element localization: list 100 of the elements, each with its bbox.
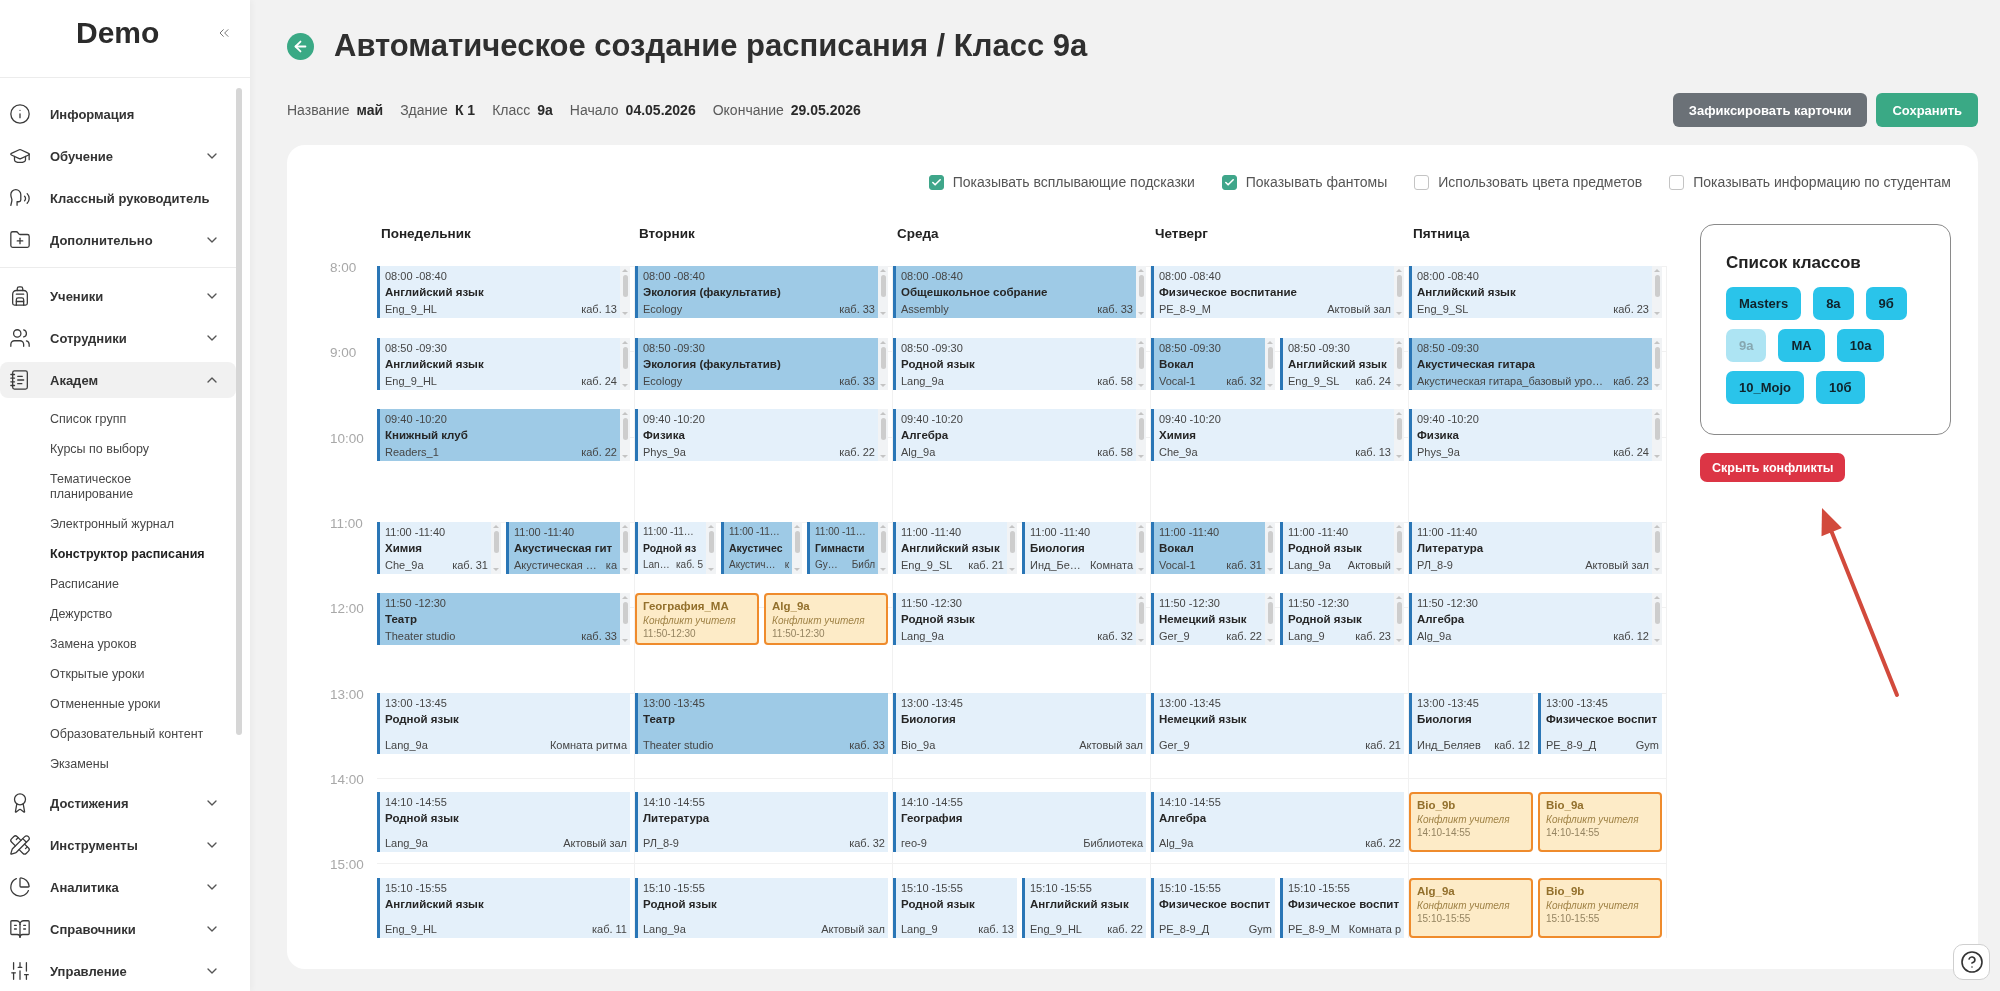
lesson-card[interactable]: 11:00 -11:40 Биология Инд_Бе… Комната	[1022, 522, 1136, 574]
lesson-card[interactable]: 11:00 -11… Гимнасти Gy… Библ	[807, 522, 878, 574]
scrollbar[interactable]	[1265, 593, 1275, 645]
lesson-card[interactable]: 09:40 -10:20 Алгебра Alg_9a каб. 58	[893, 409, 1136, 461]
nav-subitem[interactable]: Открытые уроки	[0, 659, 236, 689]
scrollbar[interactable]	[1394, 266, 1404, 318]
class-button[interactable]: 10б	[1816, 371, 1865, 404]
nav-subitem[interactable]: Курсы по выбору	[0, 434, 236, 464]
scrollbar[interactable]	[1394, 522, 1404, 574]
lesson-card[interactable]: 15:10 -15:55 Английский язык Eng_9_HL каб. 22	[1022, 878, 1146, 938]
lesson-card[interactable]: 15:10 -15:55 Физическое воспит PE_8-9_M Комната р	[1280, 878, 1404, 938]
scrollbar[interactable]	[236, 88, 242, 735]
conflict-card[interactable]: Alg_9a Конфликт учителя 11:50-12:30	[764, 593, 888, 645]
lesson-card[interactable]: 13:00 -13:45 Биология Инд_Беляев каб. 12	[1409, 693, 1533, 754]
lesson-card[interactable]: 08:50 -09:30 Акустическая гитара Акустическая гитара_базовый уро… каб. 23	[1409, 338, 1652, 390]
nav-item[interactable]: Инструменты	[0, 827, 236, 863]
nav-subitem[interactable]: Тематическое планирование	[0, 464, 236, 509]
scrollbar[interactable]	[878, 338, 888, 390]
lesson-card[interactable]: 11:00 -11… Родной яз Lan… каб. 5	[635, 522, 706, 574]
scrollbar[interactable]	[1652, 593, 1662, 645]
scrollbar[interactable]	[1652, 522, 1662, 574]
nav-item[interactable]: Обучение	[0, 138, 236, 174]
lesson-card[interactable]: 14:10 -14:55 География гео-9 Библиотека	[893, 792, 1146, 852]
checkbox-label[interactable]: Использовать цвета предметов	[1438, 174, 1643, 190]
lesson-card[interactable]: 13:00 -13:45 Родной язык Lang_9a Комната ритма	[377, 693, 630, 754]
scrollbar[interactable]	[1136, 522, 1146, 574]
scrollbar[interactable]	[1136, 266, 1146, 318]
scrollbar[interactable]	[1394, 409, 1404, 461]
lesson-card[interactable]: 11:00 -11:40 Вокал Vocal-1 каб. 31	[1151, 522, 1265, 574]
lesson-card[interactable]: 11:50 -12:30 Алгебра Alg_9a каб. 12	[1409, 593, 1652, 645]
conflict-card[interactable]: Alg_9a Конфликт учителя 15:10-15:55	[1409, 878, 1533, 938]
lesson-card[interactable]: 08:50 -09:30 Английский язык Eng_9_SL каб. 24	[1280, 338, 1394, 390]
class-button[interactable]: Masters	[1726, 287, 1802, 320]
lesson-card[interactable]: 13:00 -13:45 Физическое воспит PE_8-9_Д Gym	[1538, 693, 1662, 754]
class-button[interactable]: МА	[1778, 329, 1825, 362]
checkbox-label[interactable]: Показывать информацию по студентам	[1693, 174, 1951, 190]
lesson-card[interactable]: 11:00 -11… Акустичес Акустич… к	[721, 522, 792, 574]
conflict-card[interactable]: География_МА Конфликт учителя 11:50-12:30	[635, 593, 759, 645]
conflict-card[interactable]: Bio_9b Конфликт учителя 15:10-15:55	[1538, 878, 1662, 938]
hide-conflicts-button[interactable]: Скрыть конфликты	[1700, 453, 1846, 482]
nav-subitem[interactable]: Расписание	[0, 569, 236, 599]
class-button[interactable]: 9б	[1865, 287, 1907, 320]
nav-item[interactable]: Аналитика	[0, 869, 236, 905]
lesson-card[interactable]: 08:00 -08:40 Экология (факультатив) Ecology каб. 33	[635, 266, 878, 318]
nav-item[interactable]: Достижения	[0, 785, 236, 821]
lesson-card[interactable]: 08:00 -08:40 Физическое воспитание PE_8-9_M Актовый зал	[1151, 266, 1394, 318]
nav-item[interactable]: Классный руководитель	[0, 180, 236, 216]
scrollbar[interactable]	[878, 409, 888, 461]
scrollbar[interactable]	[1136, 338, 1146, 390]
lesson-card[interactable]: 14:10 -14:55 Литература РЛ_8-9 каб. 32	[635, 792, 888, 852]
lesson-card[interactable]: 08:00 -08:40 Общешкольное собрание Assembly каб. 33	[893, 266, 1136, 318]
lesson-card[interactable]: 08:00 -08:40 Английский язык Eng_9_SL каб. 23	[1409, 266, 1652, 318]
lesson-card[interactable]: 11:50 -12:30 Родной язык Lang_9a каб. 32	[893, 593, 1136, 645]
nav-item[interactable]: Академ	[0, 362, 236, 398]
scrollbar[interactable]	[491, 522, 501, 574]
checkbox[interactable]	[1414, 174, 1430, 190]
lesson-card[interactable]: 13:00 -13:45 Театр Theater studio каб. 33	[635, 693, 888, 754]
checkbox[interactable]	[1221, 174, 1237, 190]
class-button[interactable]: 8а	[1813, 287, 1854, 320]
conflict-card[interactable]: Bio_9b Конфликт учителя 14:10-14:55	[1409, 792, 1533, 852]
action-button[interactable]: Зафиксировать карточки	[1672, 93, 1868, 127]
checkbox[interactable]	[928, 174, 944, 190]
scrollbar[interactable]	[1652, 409, 1662, 461]
nav-subitem[interactable]: Электронный журнал	[0, 509, 236, 539]
nav-item[interactable]: Управление	[0, 953, 236, 989]
nav-subitem[interactable]: Отмененные уроки	[0, 689, 236, 719]
conflict-card[interactable]: Bio_9a Конфликт учителя 14:10-14:55	[1538, 792, 1662, 852]
scrollbar[interactable]	[878, 266, 888, 318]
nav-item[interactable]: Ученики	[0, 278, 236, 314]
nav-subitem[interactable]: Дежурство	[0, 599, 236, 629]
lesson-card[interactable]: 11:00 -11:40 Родной язык Lang_9a Актовый	[1280, 522, 1394, 574]
lesson-card[interactable]: 08:50 -09:30 Экология (факультатив) Ecology каб. 33	[635, 338, 878, 390]
checkbox-label[interactable]: Показывать всплывающие подсказки	[952, 174, 1195, 190]
nav-subitem[interactable]: Конструктор расписания	[0, 539, 236, 569]
lesson-card[interactable]: 08:00 -08:40 Английский язык Eng_9_HL каб. 13	[377, 266, 620, 318]
nav-subitem[interactable]: Замена уроков	[0, 629, 236, 659]
nav-item[interactable]: Сотрудники	[0, 320, 236, 356]
scrollbar[interactable]	[620, 522, 630, 574]
scrollbar[interactable]	[620, 593, 630, 645]
lesson-card[interactable]: 09:40 -10:20 Химия Che_9a каб. 13	[1151, 409, 1394, 461]
lesson-card[interactable]: 09:40 -10:20 Физика Phys_9a каб. 22	[635, 409, 878, 461]
lesson-card[interactable]: 11:50 -12:30 Немецкий язык Ger_9 каб. 22	[1151, 593, 1265, 645]
nav-subitem[interactable]: Список групп	[0, 404, 236, 434]
checkbox[interactable]	[1669, 174, 1685, 190]
lesson-card[interactable]: 14:10 -14:55 Родной язык Lang_9a Актовый зал	[377, 792, 630, 852]
lesson-card[interactable]: 13:00 -13:45 Биология Bio_9a Актовый зал	[893, 693, 1146, 754]
scrollbar[interactable]	[1652, 338, 1662, 390]
lesson-card[interactable]: 08:50 -09:30 Родной язык Lang_9a каб. 58	[893, 338, 1136, 390]
lesson-card[interactable]: 15:10 -15:55 Физическое воспит PE_8-9_Д Gym	[1151, 878, 1275, 938]
scrollbar[interactable]	[1394, 593, 1404, 645]
scrollbar[interactable]	[1265, 338, 1275, 390]
lesson-card[interactable]: 11:50 -12:30 Театр Theater studio каб. 33	[377, 593, 620, 645]
lesson-card[interactable]: 08:50 -09:30 Английский язык Eng_9_HL каб. 24	[377, 338, 620, 390]
nav-subitem[interactable]: Экзамены	[0, 749, 236, 779]
lesson-card[interactable]: 15:10 -15:55 Родной язык Lang_9 каб. 13	[893, 878, 1017, 938]
lesson-card[interactable]: 09:40 -10:20 Физика Phys_9a каб. 24	[1409, 409, 1652, 461]
scrollbar[interactable]	[1652, 266, 1662, 318]
class-button[interactable]: 10а	[1836, 329, 1885, 362]
scrollbar[interactable]	[620, 266, 630, 318]
nav-item[interactable]: Справочники	[0, 911, 236, 947]
